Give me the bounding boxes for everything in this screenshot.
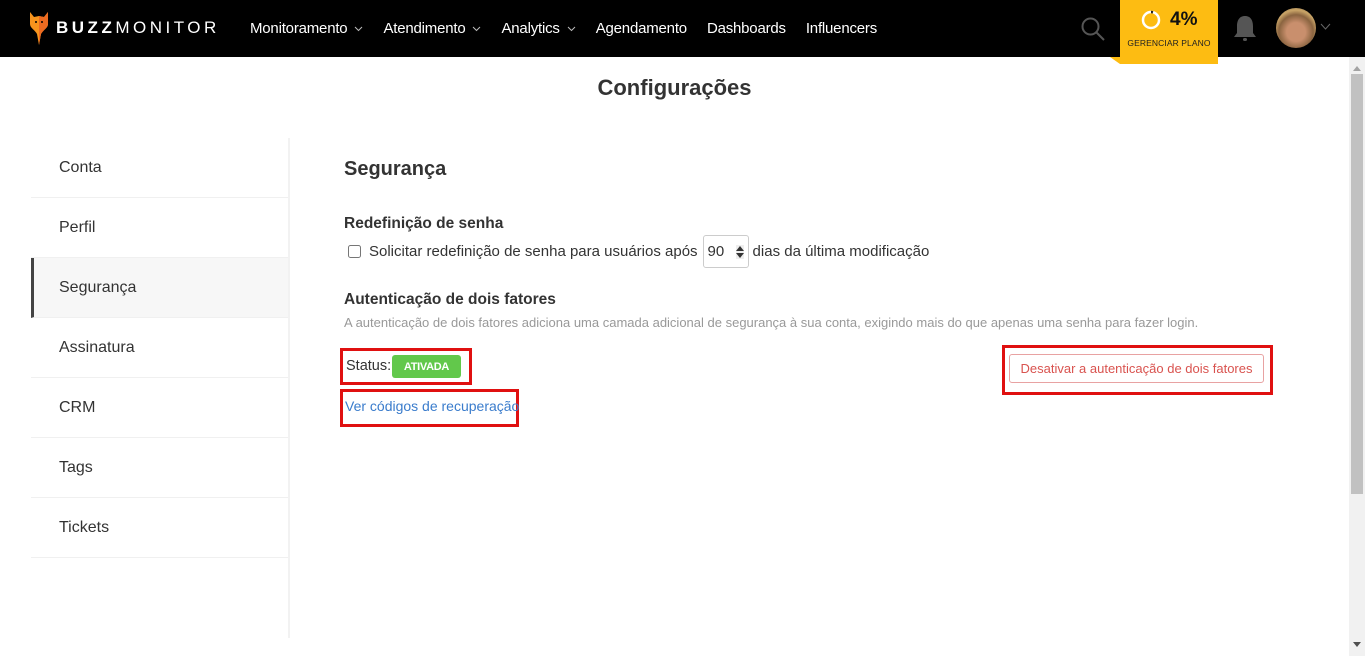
- scroll-thumb[interactable]: [1351, 74, 1363, 494]
- days-value: 90: [707, 243, 725, 260]
- chevron-down-icon: [473, 26, 481, 32]
- status-badge: ATIVADA: [392, 355, 461, 378]
- status-highlight-box: Status: ATIVADA: [340, 348, 472, 385]
- sidebar-item-seguranca[interactable]: Segurança: [31, 258, 289, 318]
- plan-usage-percent: 4%: [1170, 9, 1198, 30]
- main-nav: Monitoramento Atendimento Analytics Agen…: [250, 0, 897, 57]
- scroll-down-arrow-icon[interactable]: [1353, 642, 1361, 647]
- nav-agendamento[interactable]: Agendamento: [596, 20, 687, 37]
- sidebar-item-crm[interactable]: CRM: [31, 378, 289, 438]
- settings-sidebar: Conta Perfil Segurança Assinatura CRM Ta…: [31, 138, 289, 558]
- nav-atendimento[interactable]: Atendimento: [383, 20, 481, 37]
- disable-two-factor-button[interactable]: Desativar a autenticação de dois fatores: [1009, 354, 1264, 383]
- nav-monitoramento[interactable]: Monitoramento: [250, 20, 363, 37]
- user-avatar[interactable]: [1276, 8, 1316, 48]
- chevron-down-icon: [567, 26, 576, 32]
- plan-usage-ring-icon: [1141, 10, 1161, 30]
- view-recovery-codes-link[interactable]: Ver códigos de recuperação: [345, 398, 519, 414]
- sidebar-item-conta[interactable]: Conta: [31, 138, 289, 198]
- bell-icon[interactable]: [1232, 14, 1258, 44]
- disable-highlight-box: Desativar a autenticação de dois fatores: [1002, 345, 1273, 395]
- plan-label: GERENCIAR PLANO: [1127, 38, 1211, 48]
- scroll-up-arrow-icon[interactable]: [1353, 66, 1361, 71]
- nav-label: Dashboards: [706, 20, 786, 37]
- password-reset-title: Redefinição de senha: [344, 215, 504, 232]
- recovery-highlight-box: Ver códigos de recuperação: [340, 389, 519, 427]
- nav-label: Agendamento: [595, 20, 687, 37]
- sidebar-item-perfil[interactable]: Perfil: [31, 198, 289, 258]
- password-reset-checkbox[interactable]: [348, 245, 361, 258]
- chevron-down-icon: [355, 26, 363, 32]
- plan-notch: [1110, 57, 1120, 64]
- nav-analytics[interactable]: Analytics: [501, 20, 576, 37]
- search-icon[interactable]: [1080, 16, 1106, 42]
- password-reset-row: Solicitar redefinição de senha para usuá…: [348, 235, 929, 268]
- brand-name: BUZZMONITOR: [56, 18, 220, 37]
- nav-influencers[interactable]: Influencers: [806, 20, 877, 37]
- logo[interactable]: BUZZMONITOR: [28, 10, 220, 46]
- nav-label: Atendimento: [383, 20, 466, 37]
- two-factor-title: Autenticação de dois fatores: [344, 291, 556, 308]
- password-reset-label-after: dias da última modificação: [752, 243, 930, 260]
- sidebar-item-tags[interactable]: Tags: [31, 438, 289, 498]
- password-reset-label-before: Solicitar redefinição de senha para usuá…: [369, 243, 698, 260]
- page-title: Configurações: [597, 75, 752, 100]
- spinner-arrows-icon[interactable]: [735, 245, 744, 259]
- nav-label: Analytics: [501, 20, 560, 37]
- sidebar-item-assinatura[interactable]: Assinatura: [31, 318, 289, 378]
- fox-logo-icon: [30, 12, 48, 45]
- top-navbar: BUZZMONITOR Monitoramento Atendimento An…: [0, 0, 1365, 64]
- chevron-down-icon[interactable]: [1320, 23, 1331, 31]
- status-label: Status:: [346, 358, 392, 374]
- manage-plan-button[interactable]: 4% GERENCIAR PLANO: [1120, 0, 1218, 64]
- sidebar-divider: [288, 138, 290, 638]
- nav-dashboards[interactable]: Dashboards: [707, 20, 786, 37]
- days-number-input[interactable]: 90: [702, 235, 749, 268]
- page-scrollbar[interactable]: [1349, 57, 1365, 656]
- two-factor-description: A autenticação de dois fatores adiciona …: [344, 315, 1199, 330]
- sidebar-item-tickets[interactable]: Tickets: [31, 498, 289, 558]
- nav-label: Influencers: [805, 20, 878, 37]
- section-title: Segurança: [344, 158, 447, 180]
- nav-label: Monitoramento: [250, 20, 348, 37]
